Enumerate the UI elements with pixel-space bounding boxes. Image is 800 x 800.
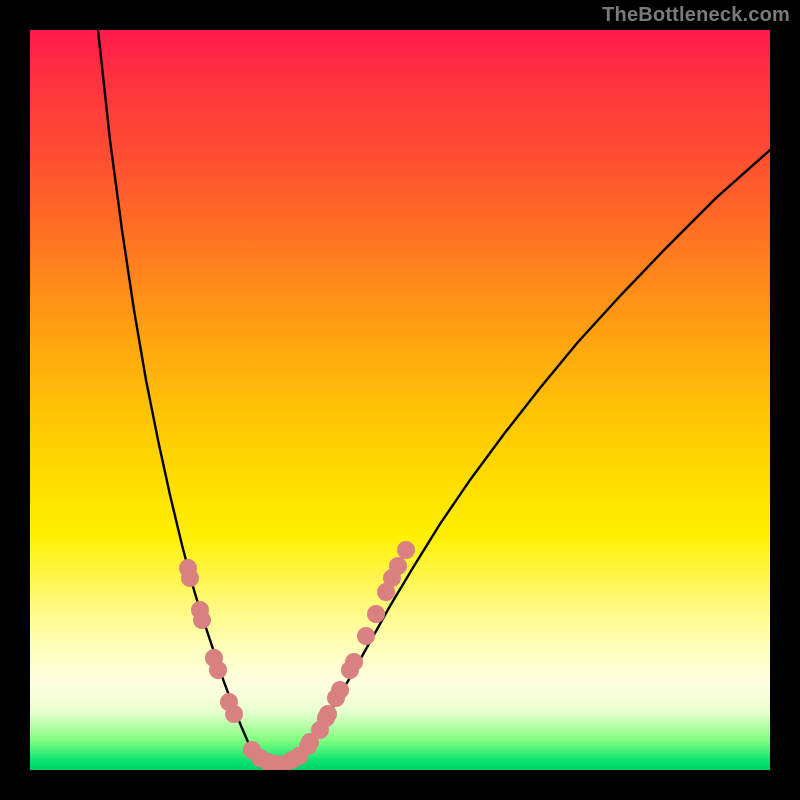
marker-dot [319, 705, 337, 723]
marker-dot [209, 661, 227, 679]
marker-dot [357, 627, 375, 645]
marker-dot [225, 705, 243, 723]
watermark-text: TheBottleneck.com [602, 4, 790, 27]
marker-dot [193, 611, 211, 629]
marker-dot [397, 541, 415, 559]
curve-lines [98, 30, 770, 766]
bottleneck-curve [98, 30, 770, 766]
marker-dot [367, 605, 385, 623]
chart-svg [30, 30, 770, 770]
plot-area [30, 30, 770, 770]
marker-dot [389, 557, 407, 575]
outer-frame: TheBottleneck.com [0, 0, 800, 800]
curve-markers [179, 541, 415, 770]
marker-dot [181, 569, 199, 587]
marker-dot [345, 653, 363, 671]
marker-dot [331, 681, 349, 699]
